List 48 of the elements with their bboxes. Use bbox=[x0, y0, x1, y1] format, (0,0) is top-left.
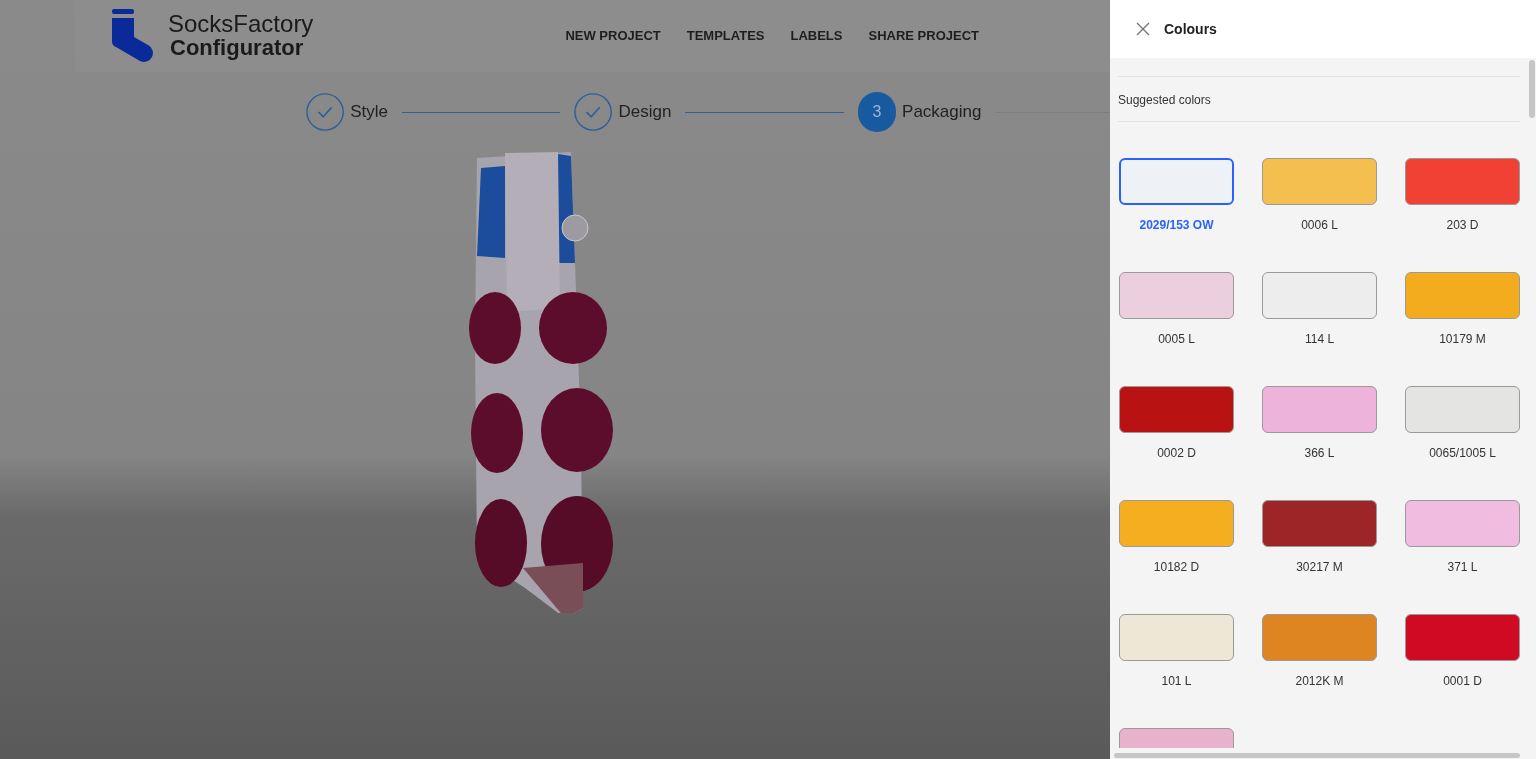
section-heading: Suggested colors bbox=[1118, 93, 1211, 107]
colour-swatch[interactable] bbox=[1262, 614, 1377, 661]
logo-text: SocksFactory bbox=[168, 12, 314, 36]
colour-swatch[interactable] bbox=[1405, 614, 1520, 661]
horizontal-scrollbar[interactable] bbox=[1114, 753, 1520, 758]
colour-swatch[interactable] bbox=[1405, 272, 1520, 319]
swatch-label: 0001 D bbox=[1443, 673, 1482, 690]
swatch-label: 30217 M bbox=[1296, 559, 1343, 576]
colour-swatch[interactable] bbox=[1119, 500, 1234, 547]
nav-link[interactable]: TEMPLATES bbox=[686, 26, 765, 46]
step-check-icon bbox=[574, 92, 613, 132]
swatch-label: 0065/1005 L bbox=[1429, 445, 1496, 462]
colour-swatch[interactable] bbox=[1262, 500, 1377, 547]
colour-swatch[interactable] bbox=[1119, 272, 1234, 319]
nav-link[interactable]: SHARE PROJECT bbox=[868, 26, 979, 46]
step-label[interactable]: Style bbox=[350, 99, 388, 125]
swatch-label: 371 L bbox=[1447, 559, 1478, 576]
colour-swatch[interactable] bbox=[1405, 500, 1520, 547]
colour-swatch[interactable] bbox=[1405, 158, 1520, 205]
close-icon[interactable] bbox=[1136, 22, 1150, 36]
swatch-label: 10179 M bbox=[1439, 331, 1486, 348]
colour-swatch[interactable] bbox=[1262, 158, 1377, 205]
swatch-label: 366 L bbox=[1304, 445, 1335, 462]
panel-title: Colours bbox=[1164, 19, 1217, 39]
swatch-label: 0002 D bbox=[1157, 445, 1196, 462]
colour-swatch[interactable] bbox=[1119, 158, 1234, 205]
logo-subtitle: Configurator bbox=[170, 36, 304, 60]
swatch-label: 0005 L bbox=[1158, 331, 1195, 348]
swatch-label: 2012K M bbox=[1295, 673, 1344, 690]
nav-link[interactable]: LABELS bbox=[790, 26, 843, 46]
vertical-scrollbar[interactable] bbox=[1529, 60, 1535, 118]
step-label[interactable]: Design bbox=[618, 99, 672, 125]
swatch-label: 0006 L bbox=[1301, 217, 1338, 234]
step-label[interactable]: Packaging bbox=[902, 99, 982, 125]
swatch-label: 114 L bbox=[1304, 331, 1335, 348]
colour-swatch[interactable] bbox=[1405, 386, 1520, 433]
step-number: 3 bbox=[857, 92, 897, 132]
colour-swatch[interactable] bbox=[1119, 614, 1234, 661]
nav-link[interactable]: NEW PROJECT bbox=[565, 26, 661, 46]
colour-swatch[interactable] bbox=[1262, 386, 1377, 433]
colour-swatch[interactable] bbox=[1119, 386, 1234, 433]
swatch-label: 203 D bbox=[1446, 217, 1479, 234]
colour-swatch[interactable] bbox=[1262, 272, 1377, 319]
swatch-label: 101 L bbox=[1161, 673, 1192, 690]
swatch-label: 2029/153 OW bbox=[1139, 217, 1214, 234]
swatch-label: 10182 D bbox=[1153, 559, 1200, 576]
sock-logo-icon bbox=[110, 9, 154, 63]
step-check-icon bbox=[306, 92, 345, 132]
